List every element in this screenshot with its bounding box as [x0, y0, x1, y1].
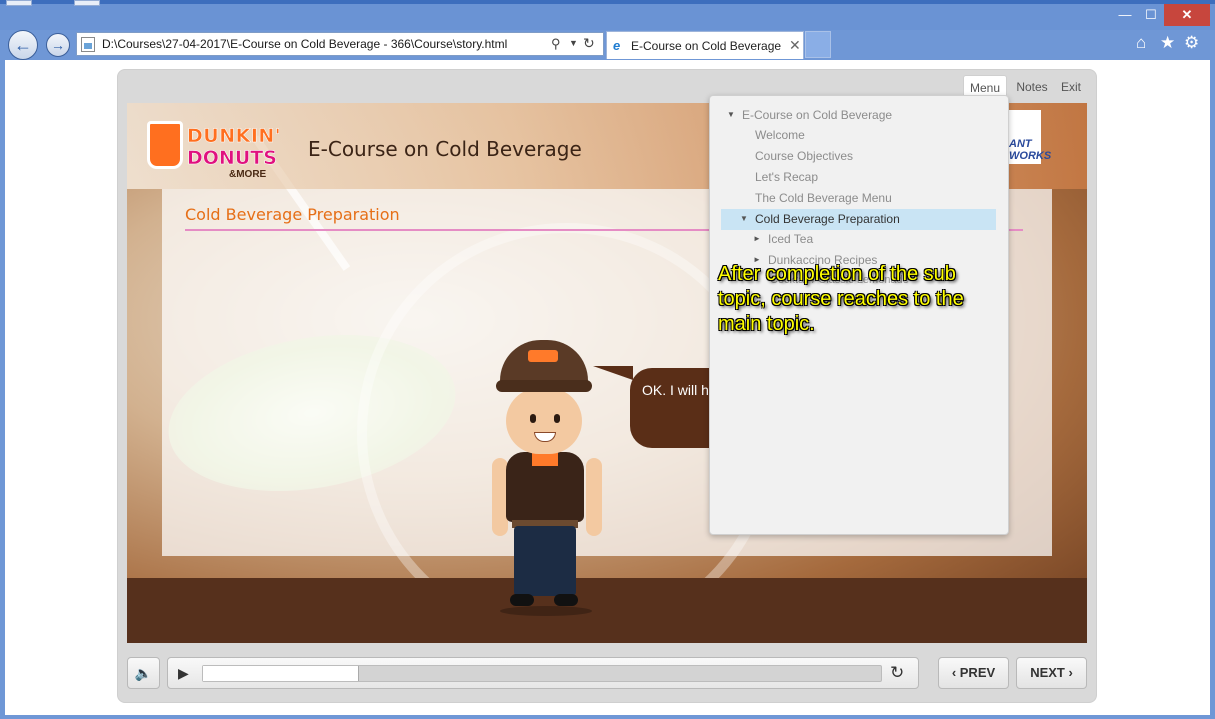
close-tab-icon[interactable]: ✕ [789, 37, 801, 54]
menu-item-cold-beverage-preparation[interactable]: ▼ Cold Beverage Preparation [740, 209, 900, 229]
system-icon [74, 0, 100, 6]
gear-icon[interactable]: ⚙ [1184, 33, 1199, 53]
new-tab-button[interactable] [805, 31, 831, 58]
close-window-button[interactable]: ✕ [1164, 4, 1210, 26]
play-icon[interactable]: ▶ [178, 665, 189, 682]
next-label: NEXT [1030, 665, 1065, 680]
menu-item-label: E-Course on Cold Beverage [742, 108, 893, 122]
progress-track[interactable] [202, 665, 882, 682]
forward-arrow-icon: → [51, 37, 65, 53]
expand-arrow-icon: ▼ [740, 214, 748, 223]
chevron-down-icon[interactable]: ▼ [569, 38, 578, 48]
seekbar: ▶ ↻ [167, 657, 919, 689]
coffee-cup-icon [147, 121, 183, 169]
next-button[interactable]: NEXT › [1016, 657, 1087, 689]
menu-item-cold-beverage-menu[interactable]: The Cold Beverage Menu [755, 188, 892, 208]
star-icon[interactable]: ★ [1160, 33, 1175, 53]
partner-logo-text: ANT WORKS [1009, 138, 1052, 162]
chevron-right-icon: › [1064, 665, 1073, 680]
floor-band [127, 578, 1087, 643]
dunkin-logo: DUNKIN' DONUTS &MORE [147, 119, 287, 185]
menu-item-label: Cold Beverage Preparation [755, 212, 900, 226]
prev-label: PREV [959, 665, 996, 680]
tab-title: E-Course on Cold Beverage [631, 39, 782, 53]
section-heading: Cold Beverage Preparation [185, 205, 400, 224]
search-icon[interactable]: ⚲ [551, 36, 561, 52]
menu-item-label: Iced Tea [768, 232, 814, 246]
system-icon [6, 0, 32, 6]
browser-tab[interactable]: e E-Course on Cold Beverage ✕ [606, 31, 804, 59]
back-button[interactable]: ← [8, 30, 38, 60]
replay-icon[interactable]: ↻ [890, 663, 904, 683]
speaker-icon: 🔈 [134, 665, 153, 681]
character-illustration [492, 338, 602, 618]
ie-icon: e [613, 38, 621, 53]
logo-line-more: &MORE [229, 169, 267, 180]
course-title: E-Course on Cold Beverage [308, 137, 582, 161]
tab-notes[interactable]: Notes [1011, 75, 1053, 99]
address-url[interactable]: D:\Courses\27-04-2017\E-Course on Cold B… [102, 37, 507, 51]
menu-item-iced-tea[interactable]: ► Iced Tea [753, 229, 813, 249]
browser-titlebar [0, 0, 1215, 30]
expand-arrow-icon: ▼ [727, 110, 735, 119]
menu-item-course-objectives[interactable]: Course Objectives [755, 146, 853, 166]
volume-button[interactable]: 🔈 [127, 657, 160, 689]
prev-button[interactable]: ‹ PREV [938, 657, 1009, 689]
tab-exit[interactable]: Exit [1057, 75, 1085, 99]
page-icon [81, 37, 95, 52]
minimize-button[interactable]: — [1112, 4, 1138, 26]
menu-item-lets-recap[interactable]: Let's Recap [755, 167, 818, 187]
menu-item-welcome[interactable]: Welcome [755, 125, 805, 145]
home-icon[interactable]: ⌂ [1136, 33, 1146, 53]
titlebar-topline [0, 0, 1215, 4]
maximize-button[interactable]: ☐ [1138, 4, 1164, 26]
forward-button[interactable]: → [46, 33, 70, 57]
address-bar[interactable]: D:\Courses\27-04-2017\E-Course on Cold B… [76, 32, 604, 56]
annotation-callout: After completion of the sub topic, cours… [718, 263, 964, 335]
logo-line-donuts: DONUTS [187, 147, 277, 170]
refresh-icon[interactable]: ↻ [583, 35, 595, 52]
logo-line-dunkin: DUNKIN' [187, 125, 282, 148]
menu-item-root[interactable]: ▼ E-Course on Cold Beverage [727, 105, 892, 125]
collapse-arrow-icon: ► [753, 234, 761, 243]
back-arrow-icon: ← [14, 35, 32, 55]
progress-fill [203, 666, 359, 681]
chevron-left-icon: ‹ [951, 665, 960, 680]
partner-logo: ANT WORKS [1007, 110, 1051, 164]
